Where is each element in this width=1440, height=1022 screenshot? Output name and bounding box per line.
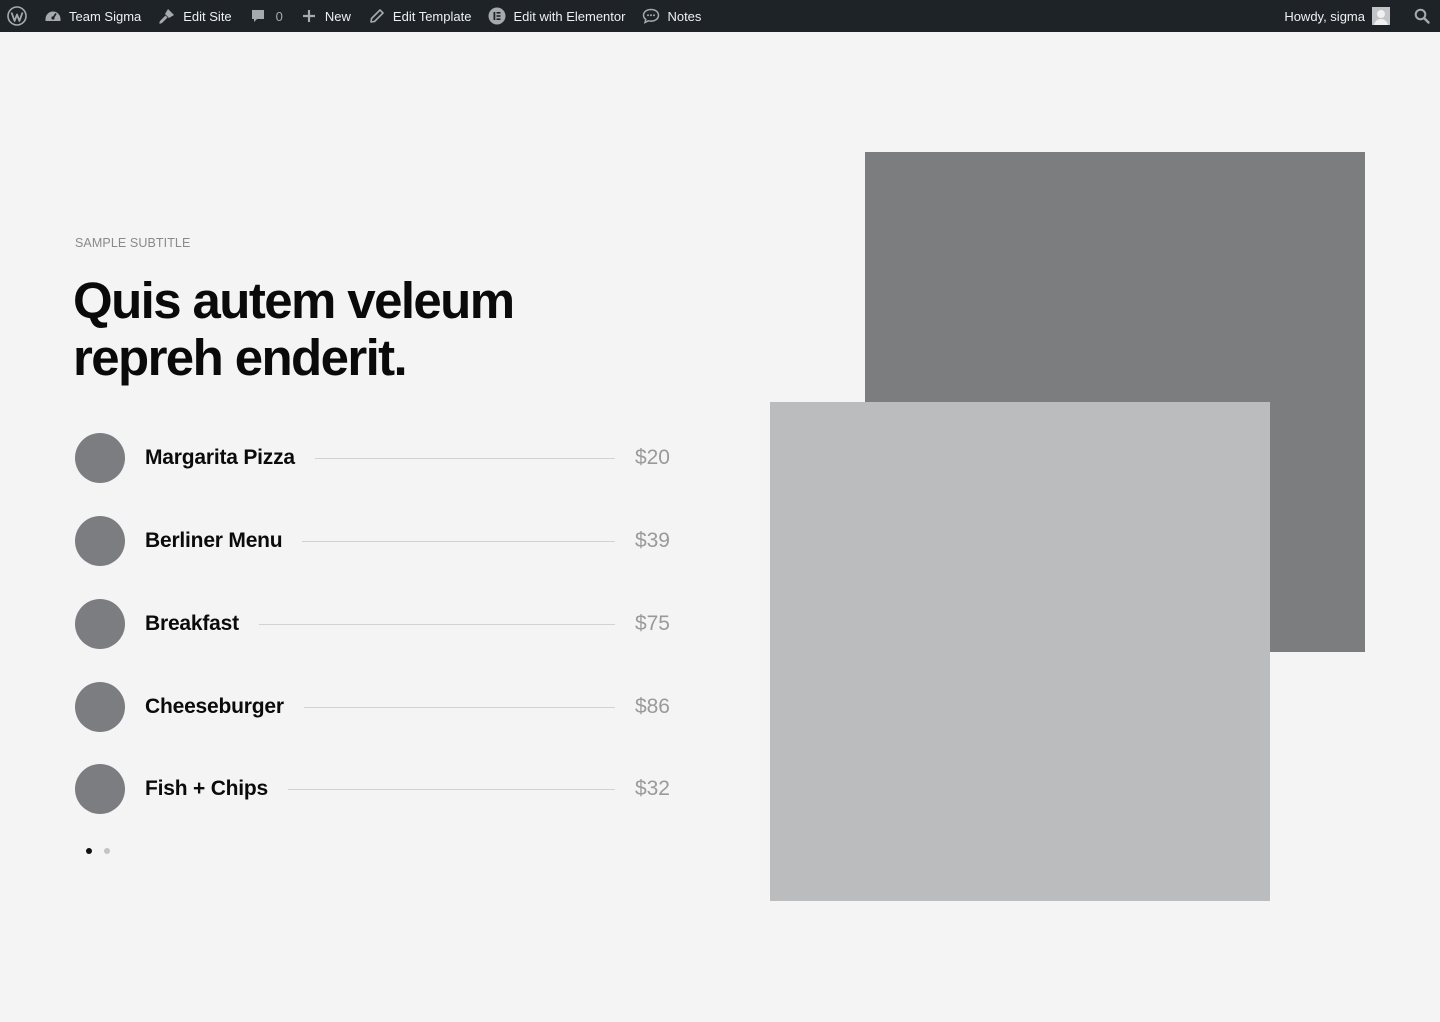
new-label: New xyxy=(324,8,351,24)
headline-line-2: repreh enderit. xyxy=(73,329,408,386)
user-account-menu[interactable]: Howdy, sigma xyxy=(1276,0,1398,32)
menu-item-name: Margarita Pizza xyxy=(145,446,295,469)
menu-item-divider xyxy=(288,788,615,790)
admin-search-button[interactable] xyxy=(1398,0,1440,32)
menu-item-thumbnail xyxy=(75,599,125,649)
edit-with-elementor-label: Edit with Elementor xyxy=(513,8,626,24)
menu-item: Breakfast $75 xyxy=(75,599,670,649)
menu-item: Margarita Pizza $20 xyxy=(75,433,670,483)
menu-item-price: $32 xyxy=(634,777,670,800)
comment-bubble-icon xyxy=(248,6,268,26)
menu-item-thumbnail xyxy=(75,516,125,566)
new-content-menu[interactable]: New xyxy=(291,0,359,32)
headline-line-1: Quis autem veleum xyxy=(73,272,515,329)
carousel-pagination xyxy=(86,848,122,854)
dashboard-gauge-icon xyxy=(43,6,63,26)
edit-template-link[interactable]: Edit Template xyxy=(359,0,480,32)
menu-item-name: Cheeseburger xyxy=(145,695,284,718)
menu-item-price: $86 xyxy=(634,695,670,718)
admin-bar-right: Howdy, sigma xyxy=(1276,0,1440,32)
menu-item: Fish + Chips $32 xyxy=(75,764,670,814)
wordpress-logo-menu[interactable] xyxy=(0,0,35,32)
comments-link[interactable]: 0 xyxy=(240,0,291,32)
edit-site-link[interactable]: Edit Site xyxy=(149,0,239,32)
menu-item-divider xyxy=(258,623,615,625)
menu-item-divider xyxy=(314,457,615,459)
carousel-dot-2[interactable] xyxy=(104,848,110,854)
admin-bar-left: Team Sigma Edit Site 0 New Edit Template… xyxy=(0,0,709,32)
menu-item-price: $20 xyxy=(634,446,670,469)
edit-template-label: Edit Template xyxy=(392,8,472,24)
menu-item-price: $75 xyxy=(634,612,670,635)
elementor-logo-icon xyxy=(487,6,507,26)
menu-item-divider xyxy=(302,540,615,542)
edit-with-elementor-link[interactable]: Edit with Elementor xyxy=(479,0,633,32)
notes-link[interactable]: Notes xyxy=(633,0,709,32)
site-name-label: Team Sigma xyxy=(69,8,142,24)
brush-icon xyxy=(157,6,177,26)
comments-count: 0 xyxy=(275,8,283,24)
carousel-dot-1[interactable] xyxy=(86,848,92,854)
menu-item-thumbnail xyxy=(75,682,125,732)
admin-bar: Team Sigma Edit Site 0 New Edit Template… xyxy=(0,0,1440,32)
image-placeholder-front xyxy=(770,402,1270,901)
menu-item-name: Breakfast xyxy=(145,612,239,635)
wordpress-logo-icon xyxy=(6,5,28,27)
avatar xyxy=(1372,7,1390,25)
site-name-menu[interactable]: Team Sigma xyxy=(35,0,149,32)
edit-site-label: Edit Site xyxy=(183,8,232,24)
section-subtitle: SAMPLE SUBTITLE xyxy=(75,236,191,250)
menu-item-name: Berliner Menu xyxy=(145,529,283,552)
menu-item-name: Fish + Chips xyxy=(145,777,269,800)
search-icon xyxy=(1412,6,1432,26)
notes-label: Notes xyxy=(667,8,702,24)
menu-item: Cheeseburger $86 xyxy=(75,682,670,732)
menu-item: Berliner Menu $39 xyxy=(75,516,670,566)
menu-item-thumbnail xyxy=(75,433,125,483)
price-menu-list: Margarita Pizza $20 Berliner Menu $39 Br… xyxy=(75,433,670,814)
howdy-label: Howdy, sigma xyxy=(1284,8,1365,24)
menu-item-divider xyxy=(303,706,615,708)
notes-chat-icon xyxy=(641,6,661,26)
menu-item-thumbnail xyxy=(75,764,125,814)
pencil-icon xyxy=(367,6,387,26)
section-headline: Quis autem veleum repreh enderit. xyxy=(73,272,633,386)
menu-item-price: $39 xyxy=(634,529,670,552)
plus-icon xyxy=(299,6,319,26)
